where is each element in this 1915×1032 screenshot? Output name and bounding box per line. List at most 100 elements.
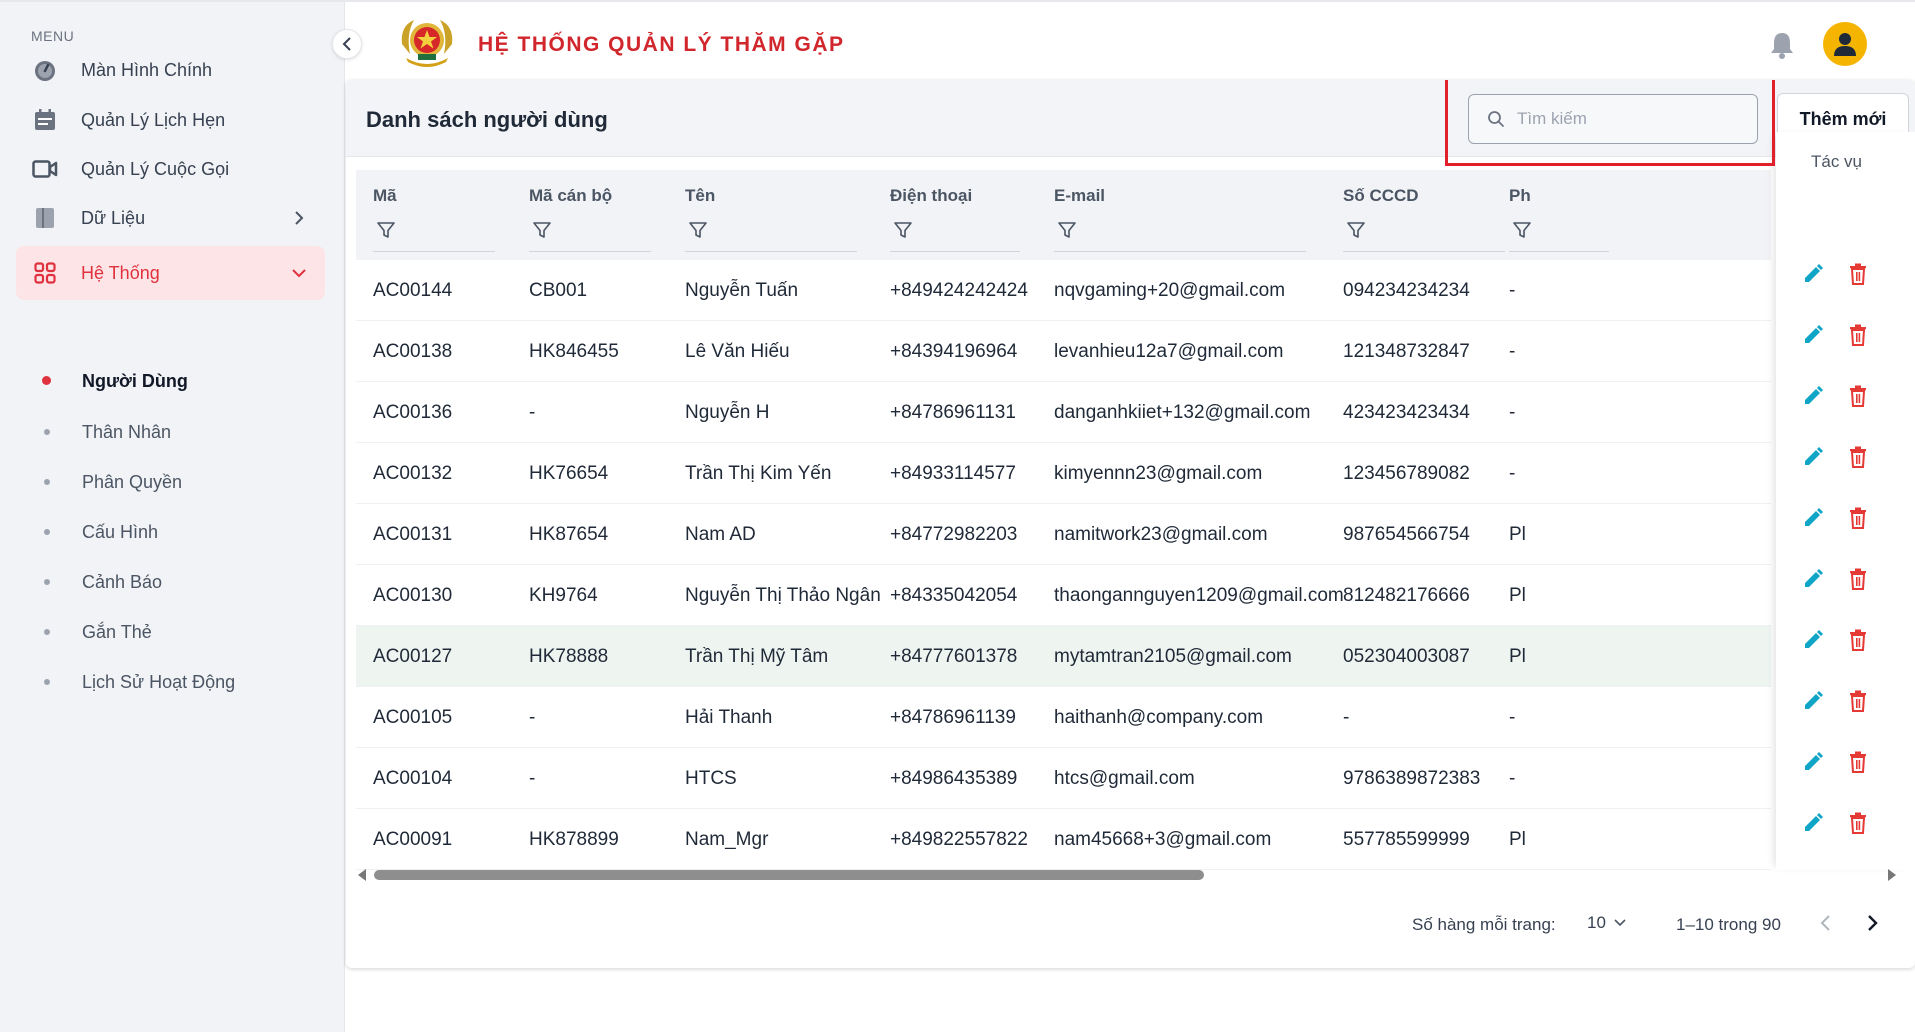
bullet-dot-icon [44, 529, 50, 535]
scroll-right-arrow-icon[interactable] [1888, 869, 1896, 881]
table-cell: Nam_Mgr [685, 829, 769, 850]
edit-icon[interactable] [1801, 445, 1825, 469]
table-cell: Nam AD [685, 524, 756, 545]
edit-icon[interactable] [1801, 323, 1825, 347]
table-cell: 094234234234 [1343, 280, 1470, 301]
filter-icon[interactable] [1057, 220, 1077, 240]
edit-icon[interactable] [1801, 628, 1825, 652]
sidebar-item-appointments[interactable]: Quản Lý Lịch Hẹn [16, 93, 325, 147]
scrollbar-thumb[interactable] [374, 870, 1204, 880]
sidebar-subitem-permissions[interactable]: Phân Quyền [16, 460, 325, 504]
table-row[interactable]: AC00130 KH9764 Nguyễn Thị Thảo Ngân +843350… [356, 565, 1771, 626]
filter-icon[interactable] [688, 220, 708, 240]
grid-icon [31, 259, 59, 287]
sidebar-item-label: Quản Lý Cuộc Gọi [81, 158, 230, 179]
active-dot-icon [42, 376, 51, 385]
delete-icon[interactable] [1846, 323, 1870, 347]
sidebar-item-dashboard[interactable]: Màn Hình Chính [16, 43, 325, 97]
table-cell: +849822557822 [890, 829, 1028, 850]
edit-icon[interactable] [1801, 811, 1825, 835]
sidebar-subitem-label: Thân Nhân [82, 421, 172, 442]
table-cell: Nguyễn Tuấn [685, 280, 799, 301]
table-cell: danganhkiiet+132@gmail.com [1054, 402, 1311, 423]
notification-bell-icon[interactable] [1768, 30, 1796, 60]
filter-icon[interactable] [1346, 220, 1366, 240]
table-cell: - [529, 707, 536, 728]
chevron-left-icon [342, 37, 351, 51]
collapse-sidebar-button[interactable] [332, 29, 362, 59]
horizontal-scrollbar[interactable] [356, 867, 1896, 881]
users-card: Danh sách người dùng Thêm mới Mã Mã cán … [346, 80, 1915, 968]
table-cell: +84786961131 [890, 402, 1016, 423]
table-row[interactable]: AC00105 - Hải Thanh +84786961139 haithanh@co… [356, 687, 1771, 748]
edit-icon[interactable] [1801, 750, 1825, 774]
table-row[interactable]: AC00136 - Nguyễn H +84786961131 danganhkiiet… [356, 382, 1771, 443]
table-cell: AC00127 [373, 646, 453, 667]
delete-icon[interactable] [1846, 445, 1870, 469]
table-cell: nqvgaming+20@gmail.com [1054, 280, 1286, 301]
table-cell: Nguyễn Thị Thảo Ngân [685, 585, 881, 606]
edit-icon[interactable] [1801, 506, 1825, 530]
delete-icon[interactable] [1846, 811, 1870, 835]
sidebar-item-calls[interactable]: Quản Lý Cuộc Gọi [16, 142, 325, 196]
sidebar-item-system[interactable]: Hệ Thống [16, 246, 325, 300]
table-cell: Trần Thị Mỹ Tâm [685, 646, 829, 667]
edit-icon[interactable] [1801, 262, 1825, 286]
table-row[interactable]: AC00131 HK87654 Nam AD +84772982203 namitwor… [356, 504, 1771, 565]
delete-icon[interactable] [1846, 262, 1870, 286]
filter-icon[interactable] [376, 220, 396, 240]
table-cell: - [529, 768, 536, 789]
user-avatar[interactable] [1823, 22, 1867, 66]
sidebar-subitem-users[interactable]: Người Dùng [16, 359, 325, 403]
video-camera-icon [31, 155, 59, 183]
sidebar-item-label: Dữ Liệu [81, 207, 146, 228]
col-header-label: Tên [685, 186, 716, 205]
sidebar-subitem-relatives[interactable]: Thân Nhân [16, 410, 325, 454]
sidebar-subitem-activity-log[interactable]: Lịch Sử Hoạt Động [16, 660, 325, 704]
sidebar: MENU Màn Hình Chính Quản Lý Lịch Hẹn Quả… [0, 2, 345, 1032]
delete-icon[interactable] [1846, 628, 1870, 652]
edit-icon[interactable] [1801, 384, 1825, 408]
delete-icon[interactable] [1846, 750, 1870, 774]
filter-icon[interactable] [1512, 220, 1532, 240]
col-header-label: Số CCCD [1343, 186, 1419, 205]
table-row[interactable]: AC00144 CB001 Nguyễn Tuấn +849424242424 nqvg… [356, 260, 1771, 321]
table-header: Mã Mã cán bộ Tên Điện thoại E-mail Số CC… [356, 170, 1771, 260]
table-cell: Lê Văn Hiếu [685, 341, 790, 362]
table-row[interactable]: AC00132 HK76654 Trần Thị Kim Yến +849331145… [356, 443, 1771, 504]
edit-icon[interactable] [1801, 689, 1825, 713]
table-cell: AC00144 [373, 280, 453, 301]
delete-icon[interactable] [1846, 567, 1870, 591]
delete-icon[interactable] [1846, 506, 1870, 530]
sidebar-subitem-tags[interactable]: Gắn Thẻ [16, 610, 325, 654]
filter-underline [1343, 251, 1505, 252]
table-row[interactable]: AC00091 HK878899 Nam_Mgr +849822557822 nam45… [356, 809, 1771, 870]
col-header-label: Mã cán bộ [529, 186, 613, 205]
table-cell: +84394196964 [890, 341, 1018, 362]
table-cell: AC00130 [373, 585, 453, 606]
prev-page-button[interactable] [1814, 911, 1838, 935]
table-row[interactable]: AC00138 HK846455 Lê Văn Hiếu +84394196964 le… [356, 321, 1771, 382]
bullet-dot-icon [44, 679, 50, 685]
top-header: HỆ THỐNG QUẢN LÝ THĂM GẶP [346, 2, 1915, 82]
filter-icon[interactable] [893, 220, 913, 240]
sidebar-subitem-config[interactable]: Cấu Hình [16, 510, 325, 554]
scroll-left-arrow-icon[interactable] [358, 869, 366, 881]
table-row[interactable]: AC00104 - HTCS +84986435389 htcs@gmail.com 97… [356, 748, 1771, 809]
table-cell: 987654566754 [1343, 524, 1470, 545]
table-cell: AC00138 [373, 341, 453, 362]
filter-underline [1054, 251, 1306, 252]
sidebar-item-data[interactable]: Dữ Liệu [16, 191, 325, 245]
table-row[interactable]: AC00127 HK78888 Trần Thị Mỹ Tâm +8477760137… [356, 626, 1771, 687]
filter-underline [373, 251, 495, 252]
delete-icon[interactable] [1846, 689, 1870, 713]
table-cell: +84335042054 [890, 585, 1018, 606]
delete-icon[interactable] [1846, 384, 1870, 408]
filter-icon[interactable] [532, 220, 552, 240]
rows-per-page-select[interactable]: 10 [1587, 913, 1626, 933]
col-header-email: E-mail [1037, 170, 1326, 260]
next-page-button[interactable] [1860, 911, 1884, 935]
edit-icon[interactable] [1801, 567, 1825, 591]
sidebar-subitem-alerts[interactable]: Cảnh Báo [16, 560, 325, 604]
bullet-dot-icon [44, 629, 50, 635]
